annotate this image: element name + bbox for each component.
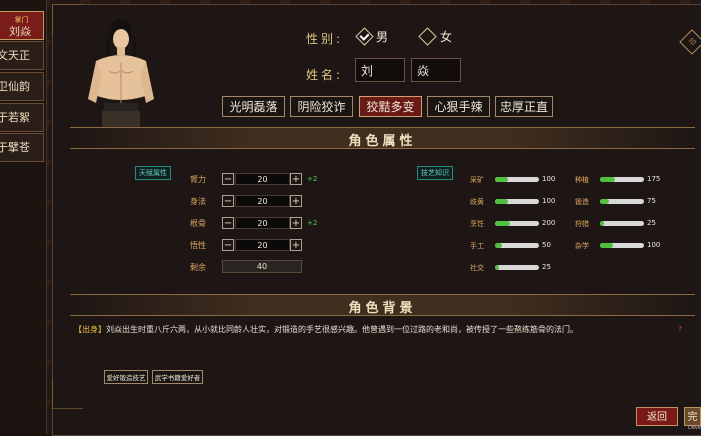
decrease-button[interactable]: − xyxy=(222,173,234,185)
skill-progress-bar xyxy=(495,221,539,226)
increase-button[interactable]: + xyxy=(290,195,302,207)
skill-label: 种植 xyxy=(575,176,589,184)
attribute-label: 膂力 xyxy=(190,175,206,184)
skill-progress-fill xyxy=(600,221,604,226)
attribute-value: 20 xyxy=(235,195,290,207)
decrease-button[interactable]: − xyxy=(222,239,234,251)
increase-button[interactable]: + xyxy=(290,217,302,229)
dev-label: Deve xyxy=(688,425,701,431)
help-icon[interactable]: ? xyxy=(676,325,684,333)
trait-button-zhonghou[interactable]: 忠厚正直 xyxy=(495,96,553,117)
trait-button-jiaoxia[interactable]: 狡黠多变 xyxy=(359,96,422,117)
attributes-section-title: 角色属性 xyxy=(348,134,417,149)
attribute-label: 悟性 xyxy=(190,241,206,250)
surname-input[interactable]: 刘 xyxy=(355,58,405,82)
skill-progress-bar xyxy=(495,177,539,182)
trait-button-guangming[interactable]: 光明磊落 xyxy=(222,96,285,117)
sidebar-item-label: 文天正 xyxy=(0,49,30,62)
increase-button[interactable]: + xyxy=(290,239,302,251)
sidebar-item-weixianyun[interactable]: 卫仙韵 xyxy=(0,72,44,101)
origin-tag: 【出身】 xyxy=(74,325,106,334)
sidebar-item-yuruoxu[interactable]: 于若絮 xyxy=(0,103,44,132)
attribute-value: 20 xyxy=(235,173,290,185)
skill-progress-fill xyxy=(495,221,511,226)
corner-ornament xyxy=(52,378,83,409)
skill-value: 100 xyxy=(542,197,556,205)
talent-attributes-tag: 天赋属性 xyxy=(135,166,171,180)
increase-button[interactable]: + xyxy=(290,173,302,185)
hobby-tag-martial-books[interactable]: 武学书籍爱好者 xyxy=(152,370,203,384)
sidebar-item-yubocang[interactable]: 于擘苍 xyxy=(0,133,44,162)
sidebar-item-liuyan[interactable]: 掌门 刘焱 xyxy=(0,11,44,40)
skill-progress-fill xyxy=(495,243,502,248)
skill-value: 100 xyxy=(647,241,661,249)
background-section-title: 角色背景 xyxy=(348,301,417,316)
skill-value: 200 xyxy=(542,219,556,227)
skill-value: 25 xyxy=(542,263,551,271)
gender-female-label: 女 xyxy=(440,30,453,44)
skill-progress-bar xyxy=(495,243,539,248)
back-button[interactable]: 返回 xyxy=(636,407,678,426)
skill-progress-fill xyxy=(495,199,509,204)
character-portrait xyxy=(88,19,154,127)
remaining-points-label: 剩余 xyxy=(190,263,206,272)
skill-label: 锻造 xyxy=(575,198,589,206)
attribute-label: 身法 xyxy=(190,197,206,206)
attribute-bonus: +2 xyxy=(307,219,318,227)
character-sidebar: 掌门 刘焱 文天正 卫仙韵 于若絮 于擘苍 xyxy=(0,0,47,434)
corner-ornament xyxy=(52,4,83,35)
gender-male-label: 男 xyxy=(376,30,389,44)
skill-progress-bar xyxy=(495,199,539,204)
skill-knowledge-tag: 技艺知识 xyxy=(417,166,453,180)
skill-label: 采矿 xyxy=(470,176,484,184)
skill-value: 50 xyxy=(542,241,551,249)
hobby-tag-forging[interactable]: 爱好锻造技艺 xyxy=(104,370,148,384)
sidebar-item-label: 卫仙韵 xyxy=(0,80,30,93)
trait-button-yinxian[interactable]: 阴险狡诈 xyxy=(290,96,353,117)
trait-button-xinhen[interactable]: 心狠手辣 xyxy=(427,96,490,117)
gender-label: 性别: xyxy=(306,32,344,46)
name-label: 姓名: xyxy=(306,68,344,82)
sidebar-item-label: 于擘苍 xyxy=(0,141,30,154)
sidebar-item-label: 于若絮 xyxy=(0,111,30,124)
sidebar-item-label: 刘焱 xyxy=(9,25,31,38)
decrease-button[interactable]: − xyxy=(222,217,234,229)
skill-label: 烹饪 xyxy=(470,220,484,228)
skill-value: 25 xyxy=(647,219,656,227)
attribute-value: 20 xyxy=(235,217,290,229)
remaining-points-value: 40 xyxy=(222,260,302,273)
skill-progress-fill xyxy=(495,265,499,270)
skill-progress-bar xyxy=(600,221,644,226)
attribute-label: 根骨 xyxy=(190,219,206,228)
attribute-bonus: +2 xyxy=(307,175,318,183)
skill-label: 社交 xyxy=(470,264,484,272)
skill-progress-bar xyxy=(600,199,644,204)
attributes-section-header: 角色属性 xyxy=(70,127,695,149)
skill-label: 狩猎 xyxy=(575,220,589,228)
skill-progress-fill xyxy=(600,199,609,204)
skill-progress-bar xyxy=(600,177,644,182)
skill-label: 杂学 xyxy=(575,242,589,250)
next-button[interactable]: 完 xyxy=(684,407,701,426)
skill-progress-bar xyxy=(495,265,539,270)
origin-text: 刘焱出生时重八斤六两，从小就比同龄人壮实，对锻造的手艺很感兴趣。他曾遇到一位过路… xyxy=(106,325,578,334)
skill-value: 75 xyxy=(647,197,656,205)
skill-value: 175 xyxy=(647,175,661,183)
skill-progress-fill xyxy=(495,177,509,182)
skill-label: 手工 xyxy=(470,242,484,250)
skill-progress-bar xyxy=(600,243,644,248)
skill-value: 100 xyxy=(542,175,556,183)
skill-progress-fill xyxy=(600,243,614,248)
origin-description: 【出身】刘焱出生时重八斤六两，从小就比同龄人壮实，对锻造的手艺很感兴趣。他曾遇到… xyxy=(74,324,578,335)
attribute-value: 20 xyxy=(235,239,290,251)
background-section-header: 角色背景 xyxy=(70,294,695,316)
skill-progress-fill xyxy=(600,177,616,182)
sidebar-item-wentianzheng[interactable]: 文天正 xyxy=(0,41,44,70)
given-name-input[interactable]: 焱 xyxy=(411,58,461,82)
skill-label: 歧黄 xyxy=(470,198,484,206)
decrease-button[interactable]: − xyxy=(222,195,234,207)
